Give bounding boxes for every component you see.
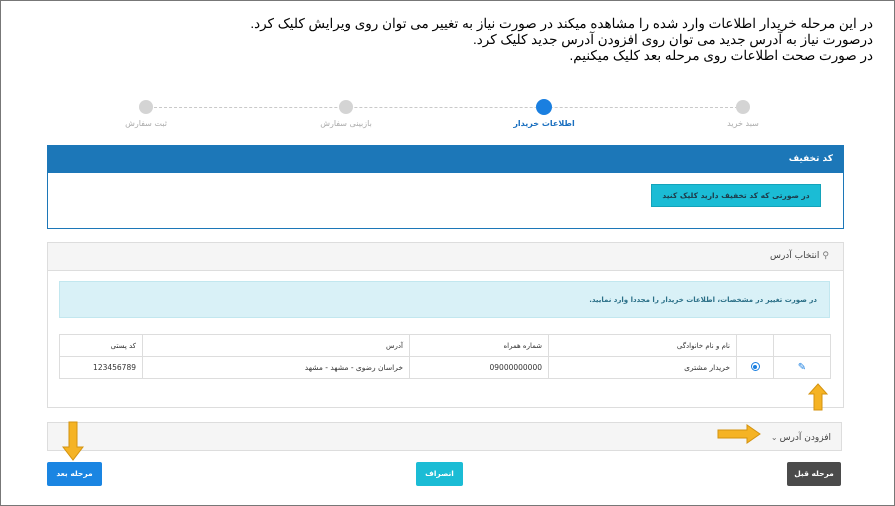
instruction-line-2: درصورت نیاز به آدرس جدید می توان روی افز… (472, 32, 873, 47)
table-row: ✎ خریدار مشتری 09000000000 خراسان رضوی -… (59, 356, 831, 379)
step-dot-buyer-info (536, 99, 552, 115)
address-panel-title: انتخاب آدرس (769, 251, 820, 261)
col-mobile: شماره همراه (409, 334, 549, 357)
address-panel-header: ⚲انتخاب آدرس (48, 243, 843, 271)
stepper-line (154, 107, 738, 108)
step-label-buyer-info[interactable]: اطلاعات خریدار (513, 119, 574, 128)
address-table: نام و نام خانوادگی شماره همراه آدرس کد پ… (59, 334, 831, 379)
cell-address: خراسان رضوی - مشهد - مشهد (142, 356, 410, 379)
col-address: آدرس (142, 334, 410, 357)
col-postal: کد پستی (59, 334, 143, 357)
step-dot-place-order (139, 100, 153, 114)
step-dot-review-order (339, 100, 353, 114)
add-address-label[interactable]: افزودن آدرس (780, 433, 831, 443)
select-cell (736, 356, 774, 379)
col-select (736, 334, 774, 357)
edit-cell: ✎ (773, 356, 831, 379)
cancel-button[interactable]: انصراف (416, 462, 463, 486)
cell-mobile: 09000000000 (409, 356, 549, 379)
edit-icon[interactable]: ✎ (798, 362, 806, 373)
arrow-down-icon (62, 421, 84, 461)
discount-panel-title: کد تخفیف (48, 146, 843, 173)
instruction-line-1: در این مرحله خریدار اطلاعات وارد شده را … (250, 16, 873, 31)
arrow-up-icon (808, 383, 828, 411)
step-label-review-order[interactable]: بازبینی سفارش (320, 119, 372, 128)
address-radio[interactable] (750, 362, 760, 371)
step-label-cart[interactable]: سبد خرید (727, 119, 759, 128)
table-header-row: نام و نام خانوادگی شماره همراه آدرس کد پ… (59, 334, 831, 357)
address-panel: ⚲انتخاب آدرس در صورت تغییر در مشخصات، اط… (47, 242, 844, 408)
map-pin-icon: ⚲ (822, 251, 829, 261)
step-dot-cart (736, 100, 750, 114)
chevron-down-icon: ⌄ (770, 433, 778, 442)
info-alert: در صورت تغییر در مشخصات، اطلاعات خریدار … (59, 281, 830, 318)
discount-code-button[interactable]: در صورتی که کد تخفیف دارید کلیک کنید (651, 184, 821, 207)
col-name: نام و نام خانوادگی (548, 334, 737, 357)
cell-name: خریدار مشتری (548, 356, 737, 379)
instruction-line-3: در صورت صحت اطلاعات روی مرحله بعد کلیک م… (569, 48, 873, 63)
col-edit (773, 334, 831, 357)
next-step-button[interactable]: مرحله بعد (47, 462, 102, 486)
previous-step-button[interactable]: مرحله قبل (787, 462, 841, 486)
cell-postal: 123456789 (59, 356, 143, 379)
arrow-right-icon (717, 424, 761, 444)
discount-panel: کد تخفیف در صورتی که کد تخفیف دارید کلیک… (47, 145, 844, 229)
instructions: در این مرحله خریدار اطلاعات وارد شده را … (53, 16, 873, 64)
step-label-place-order[interactable]: ثبت سفارش (125, 119, 167, 128)
checkout-stepper: ثبت سفارش بازبینی سفارش اطلاعات خریدار س… (125, 99, 759, 134)
